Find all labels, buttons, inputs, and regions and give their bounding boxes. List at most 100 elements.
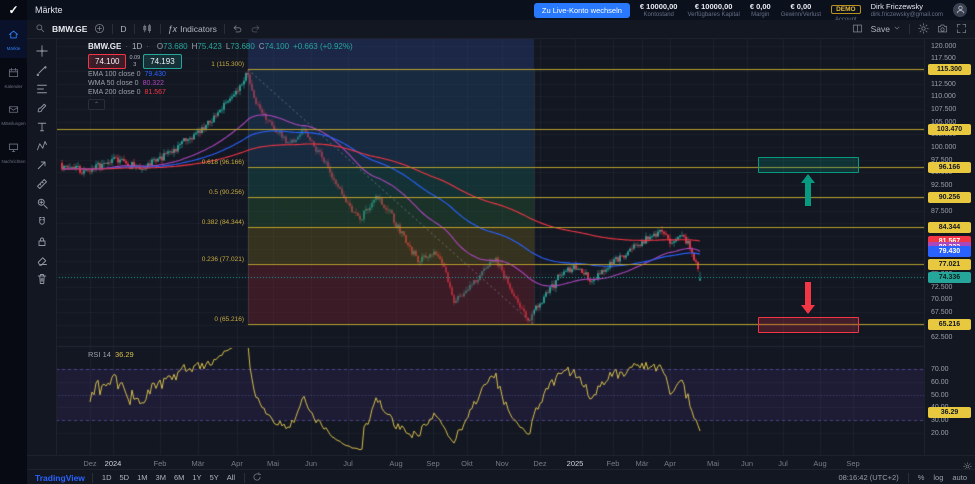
time-label-dez: Dez [83, 459, 96, 468]
fullscreen-icon[interactable] [956, 23, 967, 36]
auto-scale-button[interactable]: auto [952, 473, 967, 482]
divider [909, 24, 910, 34]
range-button-3m[interactable]: 3M [154, 473, 168, 482]
range-button-1d[interactable]: 1D [100, 473, 114, 482]
legend-collapse-button[interactable]: ⌃ [88, 99, 105, 110]
forecast-tool[interactable] [32, 156, 52, 173]
price-level-badge: 84.344 [928, 222, 971, 233]
brush-tool[interactable] [32, 99, 52, 116]
zoom-tool[interactable] [32, 194, 52, 211]
rsi-value-badge: 36.29 [928, 407, 971, 418]
time-label-okt: Okt [461, 459, 473, 468]
user-avatar[interactable] [953, 3, 967, 17]
time-label-2024: 2024 [105, 459, 122, 468]
chevron-down-icon [893, 24, 901, 34]
account-stat-0: € 10000,00Kontostand [640, 2, 678, 18]
target-up-zone[interactable] [758, 157, 859, 173]
symbol-search-button[interactable]: BMW.GE [52, 24, 87, 34]
tradingview-logo[interactable]: TradingView [35, 473, 85, 483]
range-button-all[interactable]: All [225, 473, 237, 482]
settings-gear-icon[interactable] [918, 23, 929, 36]
app-logo-icon[interactable]: ✓ [0, 0, 27, 20]
last-price-badge: 74.336 [928, 272, 971, 283]
rsi-value: 36.29 [115, 350, 134, 359]
sidebar-item-home[interactable]: Märkte [0, 20, 27, 58]
user-info[interactable]: Dirk Friczewsky dirk.friczewsky@gmail.co… [871, 2, 943, 18]
layout-icon[interactable] [852, 23, 863, 36]
ma-label: EMA 100 close 0 [88, 71, 141, 78]
range-button-5y[interactable]: 5Y [208, 473, 221, 482]
time-axis[interactable]: Dez2024FebMärAprMaiJunJulAugSepOktNovDez… [27, 455, 975, 470]
ma-value: 80.322 [143, 80, 164, 87]
pattern-tool[interactable] [32, 137, 52, 154]
ma-value: 81.567 [145, 89, 166, 96]
chart-type-icon[interactable] [142, 23, 153, 36]
sidebar-item-mail[interactable]: Mitteilungen [0, 95, 27, 133]
search-icon[interactable] [35, 23, 45, 35]
trendline-tool[interactable] [32, 61, 52, 78]
time-label-2025: 2025 [567, 459, 584, 468]
sidebar-item-news[interactable]: Nachrichten [0, 133, 27, 171]
range-button-1m[interactable]: 1M [135, 473, 149, 482]
sidebar-item-calendar[interactable]: Kalender [0, 58, 27, 96]
interval-button[interactable]: D [120, 24, 126, 34]
price-tick: 107.500 [931, 106, 956, 113]
legend-ohlc: O73.680H75.423L73.680C74.100+0.663 (+0.9… [153, 42, 353, 51]
account-stat-1: € 10000,00Verfügbares Kapital [687, 2, 739, 18]
down-arrow-icon[interactable] [800, 282, 816, 314]
legend-interval: 1D [132, 42, 142, 51]
dot-separator: · [125, 42, 128, 51]
range-button-5d[interactable]: 5D [118, 473, 132, 482]
refresh-icon[interactable] [252, 472, 262, 484]
fib-label-0.236: 0.236 (77.021) [56, 256, 244, 263]
price-axis[interactable]: 120.000117.500112.500110.000107.500105.0… [924, 38, 975, 455]
compare-add-icon[interactable] [94, 23, 105, 36]
rsi-tick: 20.00 [931, 430, 949, 437]
crosshair-tool[interactable] [32, 42, 52, 59]
ma-legend-row-1[interactable]: WMA 50 close 080.322 [88, 80, 353, 87]
save-button[interactable]: Save [871, 24, 901, 34]
redo-icon[interactable] [250, 23, 261, 36]
fib-retracement-tool[interactable] [32, 80, 52, 97]
magnet-tool[interactable] [32, 213, 52, 230]
price-level-badge: 65.216 [928, 319, 971, 330]
ma-price-badge: 79.430 [928, 246, 971, 257]
trash-tool[interactable] [32, 270, 52, 287]
range-button-6m[interactable]: 6M [172, 473, 186, 482]
range-button-1y[interactable]: 1Y [190, 473, 203, 482]
indicators-button[interactable]: ƒxIndicators [168, 24, 217, 34]
time-label-mai: Mai [267, 459, 279, 468]
time-label-nov: Nov [495, 459, 508, 468]
chart-legend: BMW.GE · 1D · O73.680H75.423L73.680C74.1… [88, 42, 353, 110]
time-label-apr: Apr [231, 459, 243, 468]
news-icon [8, 140, 19, 158]
price-level-badge: 77.021 [928, 259, 971, 270]
price-tick: 100.000 [931, 144, 956, 151]
sell-button[interactable]: 74.100 [88, 54, 126, 69]
log-scale-button[interactable]: log [933, 473, 943, 482]
rsi-tick: 50.00 [931, 392, 949, 399]
ma-legend-row-0[interactable]: EMA 100 close 079.430 [88, 71, 353, 78]
buy-button[interactable]: 74.193 [143, 54, 181, 69]
time-label-aug: Aug [813, 459, 826, 468]
camera-icon[interactable] [937, 23, 948, 36]
price-tick: 110.000 [931, 93, 956, 100]
price-tick: 92.500 [931, 182, 952, 189]
switch-live-account-button[interactable]: Zu Live-Konto wechseln [534, 3, 630, 18]
text-tool[interactable] [32, 118, 52, 135]
rsi-tick: 30.00 [931, 417, 949, 424]
undo-icon[interactable] [232, 23, 243, 36]
page-title: Märkte [35, 5, 63, 15]
ma-legend-row-2[interactable]: EMA 200 close 081.567 [88, 89, 353, 96]
up-arrow-icon[interactable] [800, 174, 816, 206]
target-down-zone[interactable] [758, 317, 859, 333]
time-label-jun: Jun [305, 459, 317, 468]
fib-label-0.618: 0.618 (96.166) [56, 159, 244, 166]
lock-tool[interactable] [32, 232, 52, 249]
percent-scale-button[interactable]: % [918, 473, 925, 482]
legend-symbol[interactable]: BMW.GE [88, 42, 121, 51]
eraser-tool[interactable] [32, 251, 52, 268]
divider [908, 473, 909, 483]
measure-tool[interactable] [32, 175, 52, 192]
price-level-badge: 96.166 [928, 162, 971, 173]
